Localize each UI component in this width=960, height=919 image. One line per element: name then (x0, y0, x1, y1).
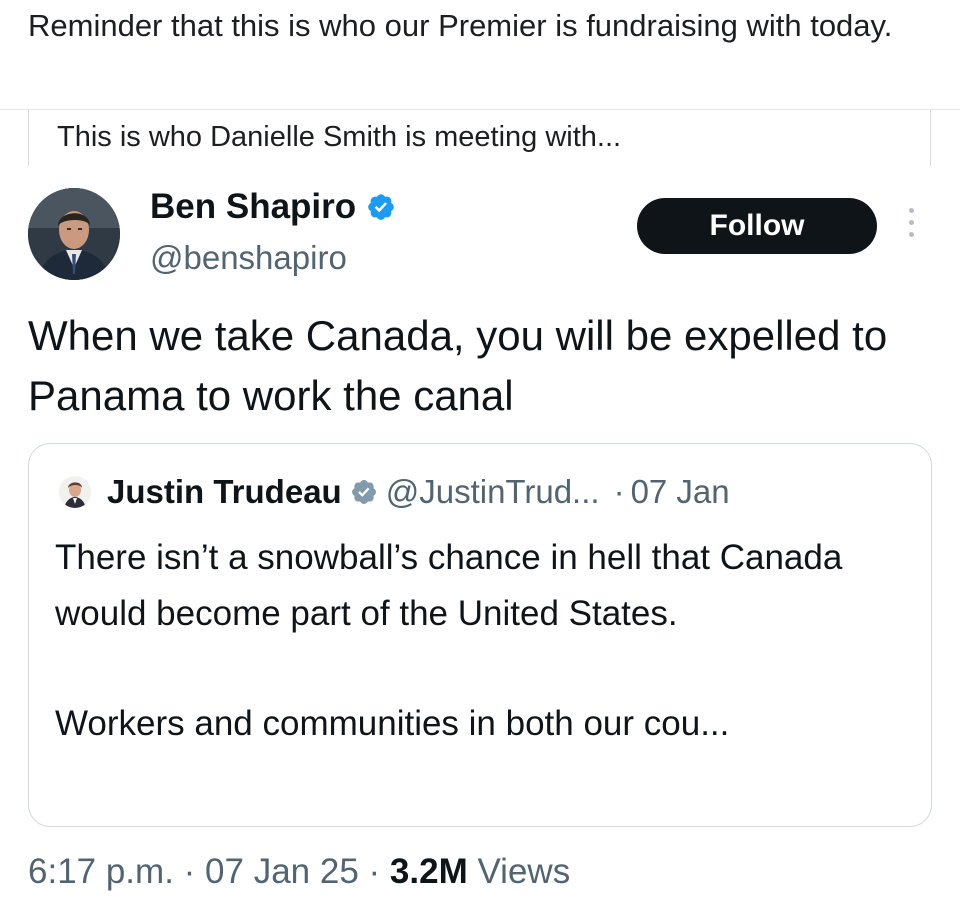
quoted-avatar (59, 476, 91, 508)
display-name-text: Ben Shapiro (150, 187, 357, 226)
quoted-date: 07 Jan (630, 473, 730, 510)
display-name[interactable]: Ben Shapiro (150, 184, 396, 230)
avatar[interactable] (28, 188, 120, 280)
government-verified-badge-icon (351, 480, 376, 504)
quoted-handle: @JustinTrud... (385, 473, 600, 510)
more-options-icon[interactable] (905, 208, 917, 244)
quoted-paragraph: There isn’t a snowball’s chance in hell … (55, 538, 843, 633)
views-count: 3.2M (389, 852, 468, 891)
tweet-date[interactable]: 07 Jan 25 (205, 852, 359, 891)
quoted-paragraph-truncated: Workers and communities in both our cou.… (55, 704, 730, 743)
tweet-metadata: 6:17 p.m. · 07 Jan 25 · 3.2M Views (28, 847, 570, 897)
quoted-tweet-card[interactable]: Justin Trudeau @JustinTrud... · 07 Jan T… (28, 443, 932, 827)
quoted-separator: · (613, 473, 625, 510)
meta-separator: · (368, 852, 381, 891)
user-handle[interactable]: @benshapiro (150, 236, 347, 280)
post-caption: Reminder that this is who our Premier is… (28, 8, 893, 43)
meta-separator: · (183, 852, 196, 891)
shared-post-text: This is who Danielle Smith is meeting wi… (57, 121, 622, 153)
quoted-profile-photo (59, 476, 91, 508)
quoted-tweet-header: Justin Trudeau @JustinTrud... · 07 Jan (59, 470, 730, 514)
quoted-tweet-body: There isn’t a snowball’s chance in hell … (55, 530, 905, 752)
profile-photo (28, 188, 120, 280)
quoted-display-name: Justin Trudeau (107, 473, 342, 510)
views-label: Views (477, 852, 571, 891)
tweet-time[interactable]: 6:17 p.m. (28, 852, 174, 891)
tweet-text: When we take Canada, you will be expelle… (28, 312, 888, 419)
shared-post-box: This is who Danielle Smith is meeting wi… (28, 110, 931, 166)
verified-badge-icon (368, 194, 394, 220)
follow-button[interactable]: Follow (637, 198, 877, 254)
